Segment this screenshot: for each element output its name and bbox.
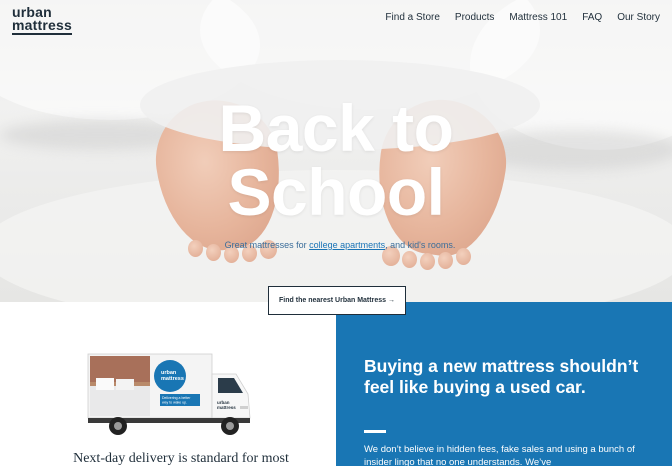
- brand-logo-line2: mattress: [12, 17, 72, 35]
- delivery-truck-illustration: urban mattress Delivering a better way to…: [87, 353, 251, 435]
- truck-slogan-line1: Delivering a better: [162, 396, 191, 400]
- college-apartments-link[interactable]: college apartments: [309, 240, 385, 250]
- hero-title-line1: Back to: [218, 91, 454, 165]
- toe: [420, 253, 435, 270]
- promise-body: We don’t believe in hidden fees, fake sa…: [364, 444, 635, 468]
- nav-products[interactable]: Products: [455, 12, 494, 23]
- truck-slogan: Delivering a better way to wake up.: [162, 396, 191, 405]
- promise-divider: [364, 430, 386, 433]
- hero-subtitle: Great mattresses for college apartments,…: [200, 240, 480, 250]
- toe: [402, 251, 417, 268]
- truck-wheel-hub: [226, 422, 234, 430]
- truck-wheel-hub: [114, 422, 122, 430]
- hero-title: Back to School: [120, 91, 552, 229]
- promise-heading: Buying a new mattress shouldn’t feel lik…: [364, 356, 639, 397]
- toe: [456, 248, 471, 265]
- hero-banner: Back to School Great mattresses for coll…: [0, 0, 672, 302]
- find-store-button[interactable]: Find the nearest Urban Mattress →: [268, 286, 406, 315]
- delivery-caption: Next-day delivery is standard for most: [73, 451, 289, 466]
- truck-headlight: [240, 406, 248, 409]
- toe: [438, 252, 453, 269]
- hero-subtitle-prefix: Great mattresses for: [224, 240, 310, 250]
- truck-pillow: [116, 379, 134, 390]
- truck-brand-text-2: mattress: [161, 376, 184, 382]
- brand-logo[interactable]: urban mattress: [12, 5, 72, 35]
- truck-bed: [90, 386, 150, 416]
- nav-find-a-store[interactable]: Find a Store: [385, 12, 439, 23]
- nav-our-story[interactable]: Our Story: [617, 12, 660, 23]
- truck-pillow: [96, 378, 114, 390]
- nav-mattress-101[interactable]: Mattress 101: [509, 12, 567, 23]
- hero-subtitle-suffix: , and kid's rooms.: [385, 240, 456, 250]
- truck-slogan-line2: way to wake up.: [162, 401, 187, 405]
- main-nav: Find a Store Products Mattress 101 FAQ O…: [385, 12, 660, 23]
- nav-faq[interactable]: FAQ: [582, 12, 602, 23]
- truck-cab-logo-2: mattress: [217, 405, 236, 410]
- hero-title-line2: School: [227, 155, 445, 229]
